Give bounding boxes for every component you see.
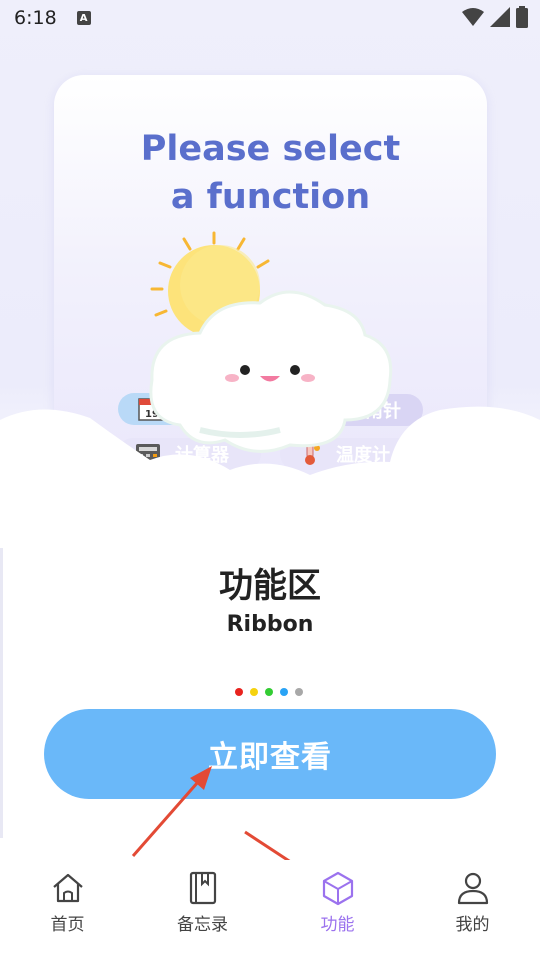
card-title: Please select a function xyxy=(140,129,401,217)
wifi-icon xyxy=(462,8,484,26)
pager-dots xyxy=(235,688,303,696)
nav-item-memo[interactable]: 备忘录 xyxy=(135,860,270,960)
person-icon xyxy=(457,872,488,905)
bottom-nav: 首页 备忘录 功能 我的 xyxy=(0,860,540,960)
home-icon xyxy=(52,873,83,903)
nav-item-home[interactable]: 首页 xyxy=(0,860,135,960)
pager-dot xyxy=(295,688,303,696)
a-box-icon: A xyxy=(76,11,91,25)
cube-icon xyxy=(322,871,353,906)
pager-dot xyxy=(265,688,273,696)
nav-label: 备忘录 xyxy=(177,915,228,935)
nav-item-profile[interactable]: 我的 xyxy=(405,860,540,960)
pager-dot xyxy=(250,688,258,696)
status-icons xyxy=(462,6,528,28)
pager-dot xyxy=(235,688,243,696)
page-title: 功能区 xyxy=(219,566,321,606)
battery-icon xyxy=(516,6,528,28)
status-bar: 6:18 A xyxy=(0,0,540,36)
pager-dot xyxy=(280,688,288,696)
view-now-button[interactable]: 立即查看 xyxy=(44,709,496,799)
nav-label: 我的 xyxy=(455,915,490,935)
nav-label: 功能 xyxy=(320,915,355,935)
screen: 6:18 A Please select a function 19 指南针 计… xyxy=(0,0,540,960)
book-icon xyxy=(189,871,216,905)
page-subtitle: Ribbon xyxy=(226,612,314,637)
status-time: 6:18 xyxy=(14,7,57,29)
cloud-mascot xyxy=(149,231,393,453)
nav-item-functions[interactable]: 功能 xyxy=(270,860,405,960)
signal-icon xyxy=(490,7,510,27)
nav-label: 首页 xyxy=(50,915,85,935)
